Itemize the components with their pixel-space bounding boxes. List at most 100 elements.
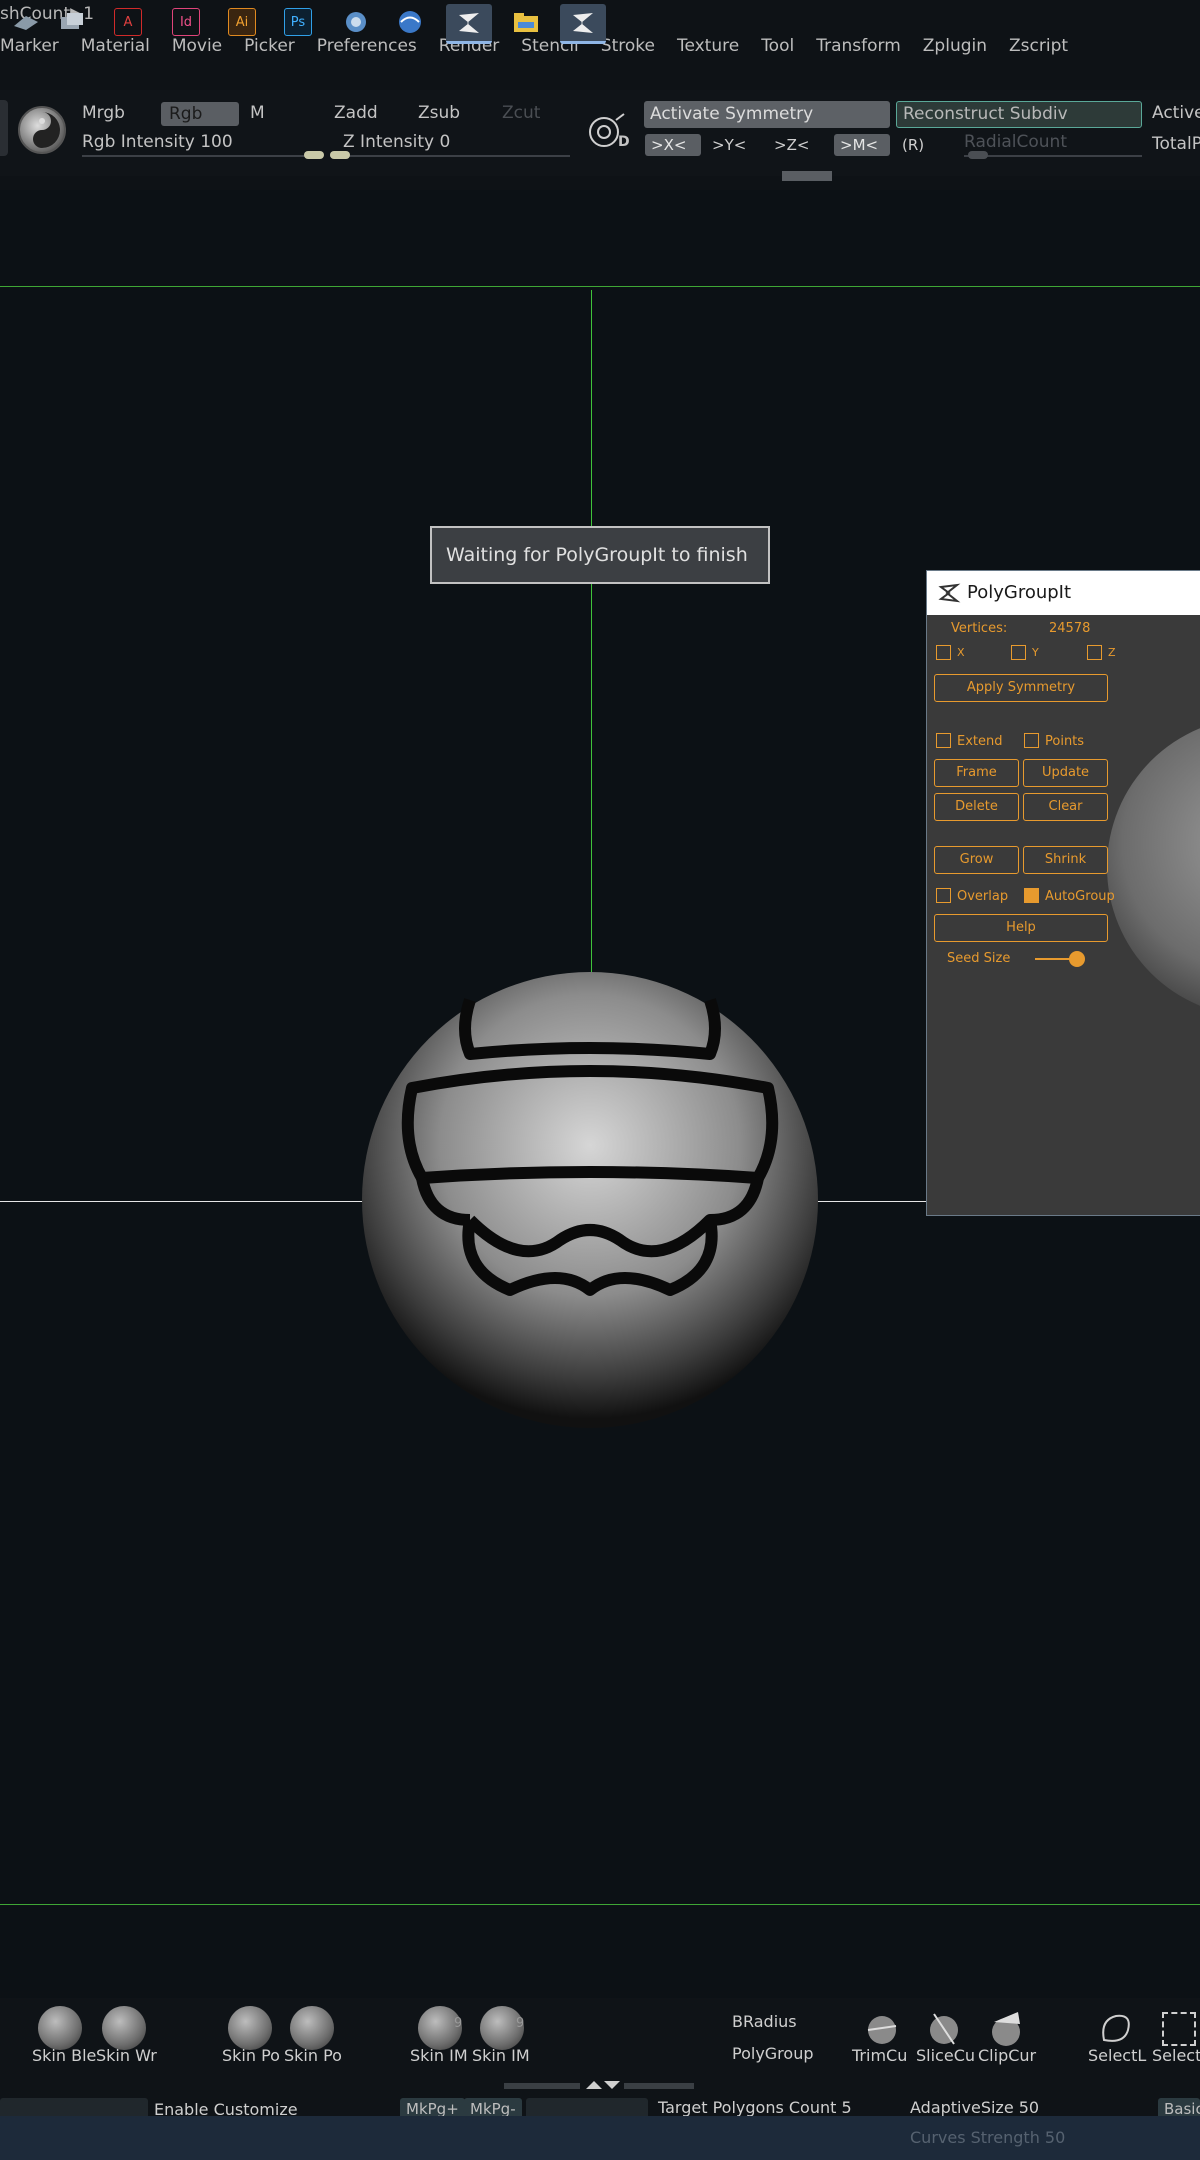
rgb-intensity-slider[interactable] — [82, 155, 322, 157]
menu-item-marker[interactable]: Marker — [0, 36, 59, 62]
browser-icon[interactable] — [396, 8, 424, 36]
clear-button[interactable]: Clear — [1023, 793, 1108, 821]
menu-bar: Marker Material Movie Picker Preferences… — [0, 36, 1090, 62]
select-rect-icon[interactable] — [1162, 2012, 1196, 2046]
clip-curve-label: ClipCur — [978, 2046, 1037, 2065]
grow-button[interactable]: Grow — [934, 846, 1019, 874]
waiting-dialog: Waiting for PolyGroupIt to finish — [430, 526, 770, 584]
brush-count: 9 — [516, 2016, 525, 2031]
shelf-scroll-thumb[interactable] — [782, 171, 832, 181]
update-button[interactable]: Update — [1023, 759, 1108, 787]
symmetry-m-button[interactable]: >M< — [834, 134, 890, 156]
brush-label: Skin Po — [222, 2046, 280, 2065]
zcut-button[interactable]: Zcut — [502, 103, 540, 123]
zbrush-logo-icon — [937, 581, 961, 605]
menu-item-texture[interactable]: Texture — [677, 36, 739, 62]
menu-item-material[interactable]: Material — [81, 36, 150, 62]
rgb-button[interactable]: Rgb — [161, 102, 239, 126]
waiting-message: Waiting for PolyGroupIt to finish — [446, 544, 748, 566]
rgb-intensity-label: Rgb Intensity 100 — [82, 132, 233, 152]
radial-count-slider-label[interactable]: RadialCount — [964, 132, 1067, 152]
acrobat-icon[interactable]: A — [114, 8, 142, 36]
clip-curve-icon[interactable] — [986, 2008, 1026, 2048]
brush-skin-wrinkle-icon[interactable] — [102, 2006, 146, 2050]
target-polygons-slider[interactable]: Target Polygons Count 5 — [658, 2098, 852, 2117]
slice-curve-label: SliceCu — [916, 2046, 975, 2065]
brush-skin-blend-icon[interactable] — [38, 2006, 82, 2050]
brush-skin-pore-icon[interactable] — [228, 2006, 272, 2050]
network-app-icon[interactable] — [342, 8, 370, 36]
extend-checkbox[interactable] — [936, 733, 951, 748]
menu-item-tool[interactable]: Tool — [761, 36, 794, 62]
transparency-letter: D — [618, 134, 630, 150]
symmetry-x-button[interactable]: >X< — [645, 134, 701, 156]
polygroup-button[interactable]: PolyGroup — [732, 2044, 814, 2063]
canvas-bottom-border — [0, 1904, 1200, 1905]
y-checkbox-label: Y — [1032, 646, 1039, 659]
select-rect-label: Selecti — [1152, 2046, 1200, 2065]
sphere-model[interactable] — [360, 970, 820, 1430]
y-checkbox[interactable] — [1011, 645, 1026, 660]
trim-curve-icon[interactable] — [862, 2008, 902, 2048]
points-checkbox[interactable] — [1024, 733, 1039, 748]
taskbar-app-icon[interactable] — [12, 8, 40, 36]
total-points-label: TotalP — [1152, 134, 1200, 154]
x-checkbox[interactable] — [936, 645, 951, 660]
z-checkbox-label: Z — [1108, 646, 1116, 659]
z-intensity-slider[interactable] — [330, 155, 570, 157]
m-button[interactable]: M — [250, 103, 265, 123]
zadd-button[interactable]: Zadd — [334, 103, 378, 123]
delete-button[interactable]: Delete — [934, 793, 1019, 821]
menu-item-picker[interactable]: Picker — [244, 36, 295, 62]
seed-size-knob[interactable] — [1069, 951, 1085, 967]
select-lasso-label: SelectL — [1088, 2046, 1147, 2065]
z-intensity-label: Z Intensity 0 — [343, 132, 451, 152]
z-checkbox[interactable] — [1087, 645, 1102, 660]
shrink-button[interactable]: Shrink — [1023, 846, 1108, 874]
brush-label: Skin IM — [410, 2046, 468, 2065]
rgb-intensity-knob[interactable] — [304, 151, 324, 159]
bottom-shelf-collapse-handle[interactable] — [504, 2076, 694, 2089]
zsub-button[interactable]: Zsub — [418, 103, 460, 123]
reconstruct-subdiv-button[interactable]: Reconstruct Subdiv — [896, 101, 1142, 128]
curves-strength-slider: Curves Strength 50 — [910, 2128, 1066, 2147]
shelf-left-tab[interactable] — [0, 100, 8, 156]
mrgb-button[interactable]: Mrgb — [82, 103, 125, 123]
symmetry-y-button[interactable]: >Y< — [706, 134, 752, 156]
apply-symmetry-button[interactable]: Apply Symmetry — [934, 674, 1108, 702]
overlap-label: Overlap — [957, 889, 1009, 904]
overlap-checkbox[interactable] — [936, 888, 951, 903]
radial-r-button[interactable]: (R) — [896, 134, 930, 156]
extend-label: Extend — [957, 734, 1003, 749]
indesign-icon[interactable]: Id — [172, 8, 200, 36]
taskbar-folder-app-icon[interactable] — [58, 8, 86, 36]
autogroup-checkbox[interactable] — [1024, 888, 1039, 903]
menu-item-transform[interactable]: Transform — [816, 36, 901, 62]
menu-item-preferences[interactable]: Preferences — [317, 36, 417, 62]
menu-item-zscript[interactable]: Zscript — [1009, 36, 1068, 62]
brush-label: Skin Ble — [32, 2046, 97, 2065]
material-swatch-icon[interactable] — [18, 106, 66, 154]
zbrush-taskbar-icon-2[interactable] — [560, 4, 606, 44]
file-explorer-icon[interactable] — [512, 8, 540, 36]
photoshop-icon[interactable]: Ps — [284, 8, 312, 36]
adaptive-size-slider[interactable]: AdaptiveSize 50 — [910, 2098, 1039, 2117]
brush-label: Skin Wr — [96, 2046, 157, 2065]
symmetry-z-button[interactable]: >Z< — [768, 134, 815, 156]
activate-symmetry-button[interactable]: Activate Symmetry — [644, 101, 890, 128]
zbrush-taskbar-icon[interactable] — [446, 4, 492, 44]
illustrator-icon[interactable]: Ai — [228, 8, 256, 36]
slice-curve-icon[interactable] — [924, 2008, 964, 2048]
bradius-button[interactable]: BRadius — [732, 2012, 797, 2031]
select-lasso-icon[interactable] — [1096, 2010, 1136, 2048]
z-intensity-knob[interactable] — [330, 151, 350, 159]
frame-button[interactable]: Frame — [934, 759, 1019, 787]
help-button[interactable]: Help — [934, 914, 1108, 942]
menu-item-movie[interactable]: Movie — [172, 36, 222, 62]
radial-count-slider[interactable] — [964, 155, 1142, 157]
panel-title: PolyGroupIt — [967, 582, 1072, 603]
menu-item-stroke[interactable]: Stroke — [601, 36, 655, 62]
menu-item-zplugin[interactable]: Zplugin — [923, 36, 987, 62]
radial-count-knob[interactable] — [968, 151, 988, 159]
brush-skin-pore-2-icon[interactable] — [290, 2006, 334, 2050]
